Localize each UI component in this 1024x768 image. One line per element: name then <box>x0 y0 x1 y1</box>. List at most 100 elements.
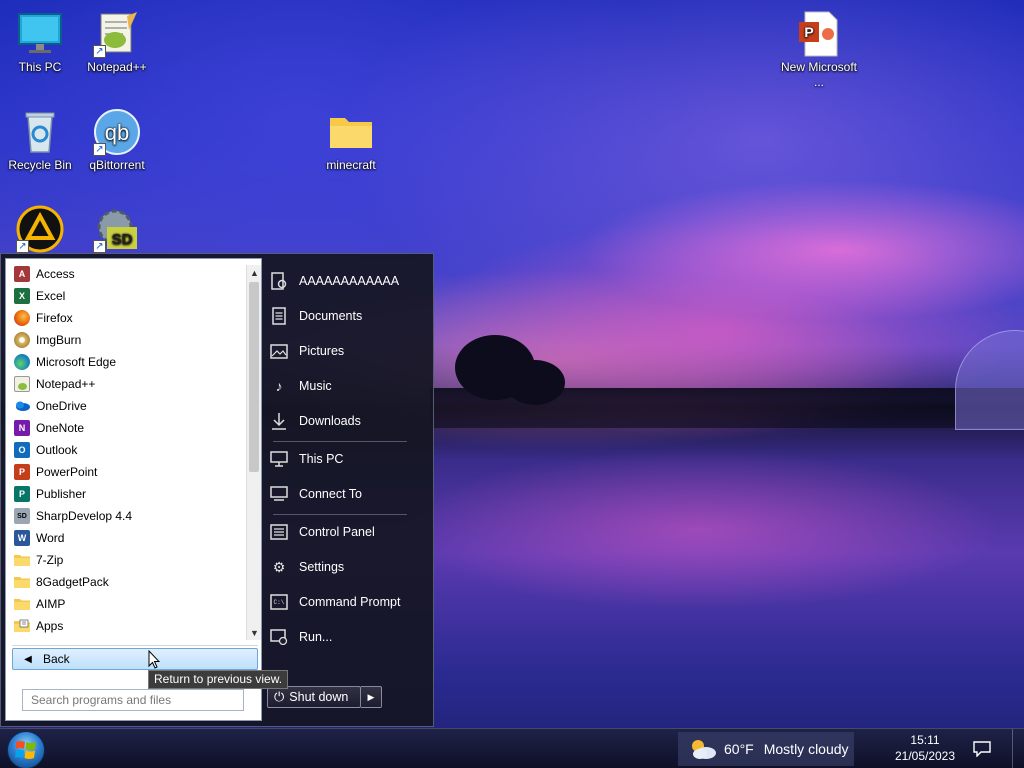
excel-icon: X <box>14 288 30 304</box>
desktop-icon-label: This PC <box>18 60 62 74</box>
desktop-icon-qbittorrent[interactable]: qb ↗ qBittorrent <box>79 108 155 173</box>
desktop-icon-sharpdevelop[interactable]: SD ↗ <box>79 205 155 255</box>
pictures-item[interactable]: Pictures <box>269 336 423 366</box>
downloads-icon <box>269 411 289 431</box>
control-panel-label: Control Panel <box>299 525 375 539</box>
program-item[interactable]: Notepad++ <box>8 373 246 395</box>
svg-text:C:\: C:\ <box>274 599 285 606</box>
user-folder-label: AAAAAAAAAAAA <box>299 274 400 288</box>
onedrive-icon <box>14 398 30 414</box>
chevron-right-icon: ▶ <box>367 691 375 702</box>
program-item[interactable]: 7-Zip <box>8 549 246 571</box>
program-item[interactable]: N OneNote <box>8 417 246 439</box>
program-label: Access <box>36 267 75 281</box>
scrollbar-thumb[interactable] <box>249 282 259 472</box>
program-item[interactable]: W Word <box>8 527 246 549</box>
command-prompt-label: Command Prompt <box>299 595 401 609</box>
show-desktop-button[interactable] <box>1012 729 1024 768</box>
shutdown-label: Shut down <box>289 690 349 704</box>
program-item[interactable]: O Outlook <box>8 439 246 461</box>
music-item[interactable]: ♪ Music <box>269 371 423 401</box>
desktop-icon-notepadpp[interactable]: ↗ Notepad++ <box>79 10 155 75</box>
back-button[interactable]: ◀ Back <box>12 648 258 670</box>
qbittorrent-icon: qb ↗ <box>93 108 141 156</box>
clock[interactable]: 15:11 21/05/2023 <box>880 732 970 766</box>
program-item[interactable]: P Publisher <box>8 483 246 505</box>
program-item[interactable]: SD SharpDevelop 4.4 <box>8 505 246 527</box>
access-icon: A <box>14 266 30 282</box>
connect-to-item[interactable]: Connect To <box>269 479 423 509</box>
command-prompt-item[interactable]: C:\ Command Prompt <box>269 587 423 617</box>
program-item[interactable]: Firefox <box>8 307 246 329</box>
downloads-item[interactable]: Downloads <box>269 406 423 436</box>
documents-item[interactable]: Documents <box>269 301 423 331</box>
program-label: OneNote <box>36 421 85 435</box>
scroll-up-icon[interactable]: ▲ <box>247 265 262 280</box>
notifications-button[interactable] <box>970 737 994 761</box>
program-label: SharpDevelop 4.4 <box>36 509 133 523</box>
publisher-icon: P <box>14 486 30 502</box>
desktop-icon-label: qBittorrent <box>89 158 145 172</box>
program-item[interactable]: AIMP <box>8 593 246 615</box>
this-pc-label: This PC <box>299 452 344 466</box>
weather-widget[interactable]: 60°F Mostly cloudy <box>678 732 854 766</box>
shortcut-arrow-icon: ↗ <box>93 45 106 58</box>
program-item[interactable]: Microsoft Edge <box>8 351 246 373</box>
scroll-down-icon[interactable]: ▼ <box>247 625 262 640</box>
start-button[interactable] <box>7 731 45 768</box>
program-item[interactable]: Apps <box>8 615 246 637</box>
run-item[interactable]: Run... <box>269 622 423 652</box>
downloads-label: Downloads <box>299 414 361 428</box>
windows-logo-icon <box>15 741 36 759</box>
program-label: PowerPoint <box>36 465 98 479</box>
svg-text:SD: SD <box>112 231 133 248</box>
power-icon: ⏻ <box>274 689 285 704</box>
divider <box>273 441 407 442</box>
programs-scrollbar[interactable]: ▲ ▼ <box>246 265 261 640</box>
documents-label: Documents <box>299 309 363 323</box>
program-label: Microsoft Edge <box>36 355 117 369</box>
shutdown-options-button[interactable]: ▶ <box>361 686 382 708</box>
shutdown-button[interactable]: ⏻ Shut down <box>267 686 361 708</box>
programs-pane: A Access X Excel Firefox ImgBurn Microsoft Edg… <box>5 258 262 721</box>
program-item[interactable]: X Excel <box>8 285 246 307</box>
program-label: Publisher <box>36 487 87 501</box>
wallpaper-tree <box>505 360 565 405</box>
desktop-icon-label: Notepad++ <box>87 60 147 74</box>
desktop-icon-this-pc[interactable]: This PC <box>2 10 78 75</box>
program-item[interactable]: ImgBurn <box>8 329 246 351</box>
recycle-bin-icon <box>16 108 64 156</box>
user-folder-item[interactable]: AAAAAAAAAAAA <box>269 266 423 296</box>
program-item[interactable]: A Access <box>8 263 246 285</box>
control-panel-item[interactable]: Control Panel <box>269 517 423 547</box>
desktop-icon-powerpoint-file[interactable]: P New Microsoft ... <box>781 10 857 90</box>
powerpoint-icon: P <box>14 464 30 480</box>
connect-icon <box>269 484 289 504</box>
edge-icon <box>14 354 30 370</box>
svg-text:qb: qb <box>105 120 129 145</box>
program-item[interactable]: 8GadgetPack <box>8 571 246 593</box>
search-input[interactable] <box>22 689 244 711</box>
shortcut-arrow-icon: ↗ <box>93 240 106 253</box>
clock-date: 21/05/2023 <box>894 749 956 763</box>
onenote-icon: N <box>14 420 30 436</box>
computer-icon <box>269 449 289 469</box>
desktop-icon-aimp[interactable]: ↗ <box>2 205 78 255</box>
weather-temperature: 60°F <box>724 741 754 757</box>
back-label: Back <box>43 652 70 666</box>
cloudy-weather-icon <box>688 737 718 761</box>
mouse-cursor-icon <box>148 650 160 669</box>
settings-item[interactable]: ⚙ Settings <box>269 552 423 582</box>
program-item[interactable]: OneDrive <box>8 395 246 417</box>
folder-icon <box>14 552 30 568</box>
desktop-icon-minecraft-folder[interactable]: minecraft <box>313 108 389 173</box>
programs-list: A Access X Excel Firefox ImgBurn Microsoft Edg… <box>8 263 246 637</box>
desktop-icon-label: minecraft <box>326 158 376 172</box>
folder-icon <box>14 596 30 612</box>
program-label: 8GadgetPack <box>36 575 109 589</box>
weather-description: Mostly cloudy <box>763 741 849 757</box>
notepadpp-icon: ↗ <box>93 10 141 58</box>
desktop-icon-recycle-bin[interactable]: Recycle Bin <box>2 108 78 173</box>
this-pc-item[interactable]: This PC <box>269 444 423 474</box>
program-item[interactable]: P PowerPoint <box>8 461 246 483</box>
